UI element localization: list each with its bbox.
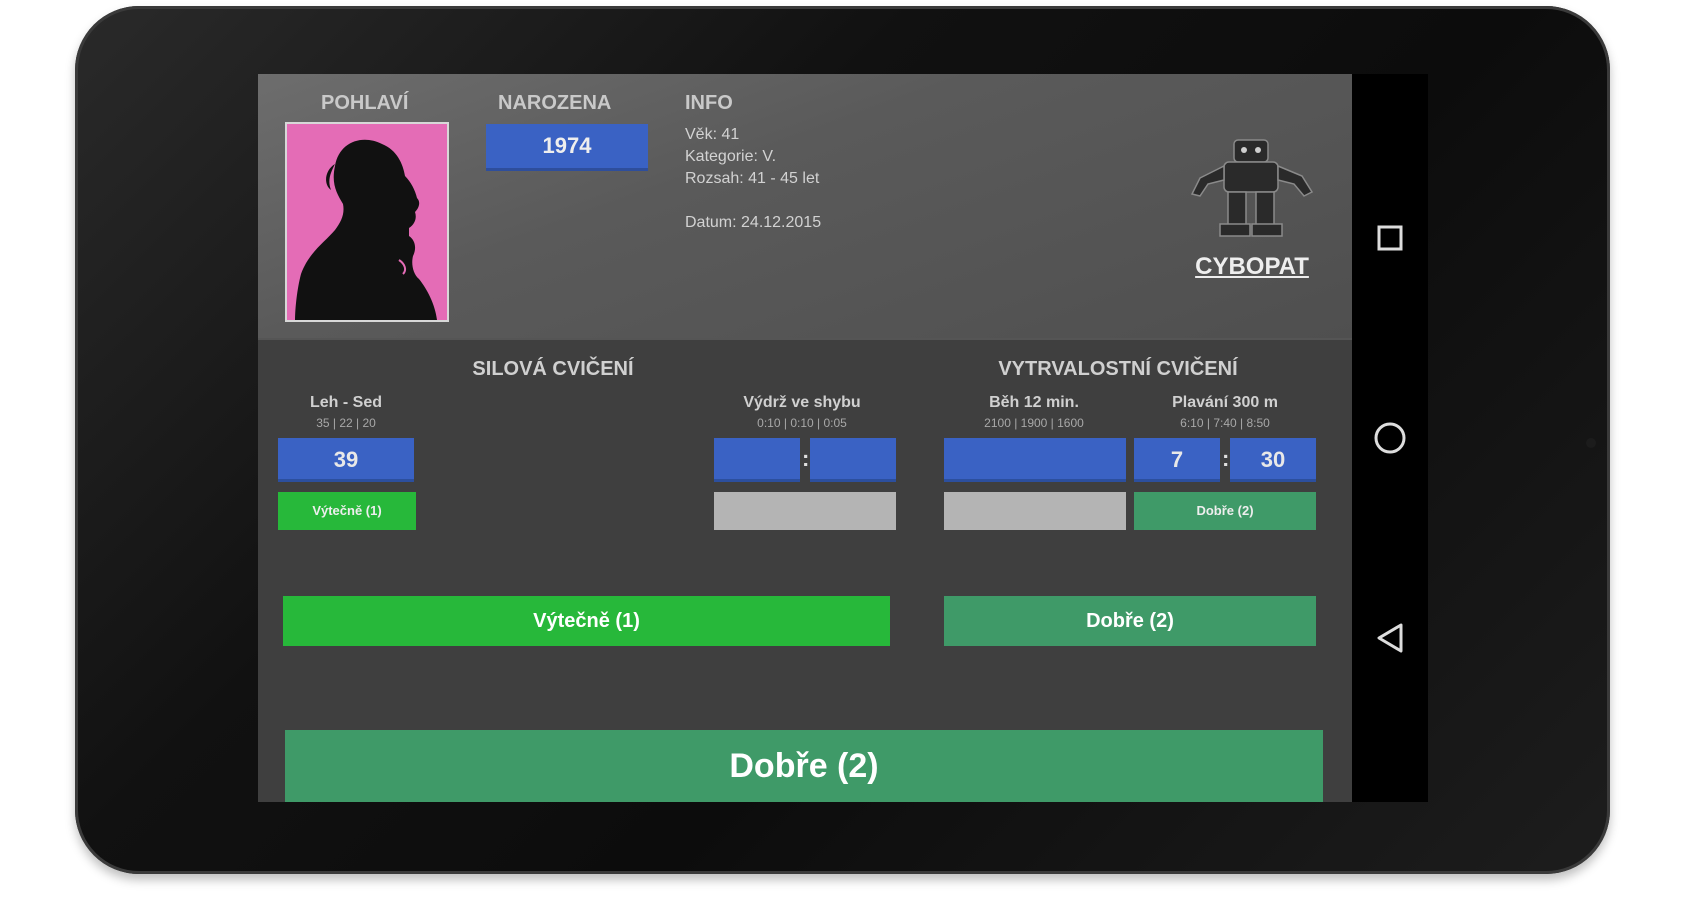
- endurance-total-result: Dobře (2): [944, 596, 1316, 646]
- strength-section-title: SILOVÁ CVIČENÍ: [472, 358, 634, 380]
- situps-name: Leh - Sed: [309, 394, 382, 411]
- hang-seconds-input[interactable]: [810, 438, 896, 482]
- hang-result: [714, 492, 896, 530]
- swim-minutes-input[interactable]: 7: [1134, 438, 1220, 482]
- cybopat-logo: CYBOPAT: [1182, 126, 1322, 286]
- overall-result: Dobře (2): [285, 730, 1323, 802]
- info-category: Kategorie: V.: [685, 148, 777, 165]
- swim-separator: :: [1222, 446, 1230, 471]
- female-silhouette-icon: [295, 139, 437, 320]
- run-result: [944, 492, 1126, 530]
- gender-avatar[interactable]: [285, 122, 449, 322]
- logo-text: CYBOPAT: [1195, 253, 1309, 280]
- robot-icon: [1190, 139, 1314, 237]
- info-age: Věk: 41: [685, 126, 740, 143]
- hang-name: Výdrž ve shybu: [743, 394, 861, 411]
- endurance-section-title: VYTRVALOSTNÍ CVIČENÍ: [998, 358, 1238, 380]
- hang-limits: 0:10 | 0:10 | 0:05: [757, 416, 847, 430]
- swim-limits: 6:10 | 7:40 | 8:50: [1180, 416, 1270, 430]
- back-icon[interactable]: [1368, 616, 1412, 660]
- strength-total-result: Výtečně (1): [283, 596, 890, 646]
- run-limits: 2100 | 1900 | 1600: [984, 416, 1084, 430]
- swim-seconds-input[interactable]: 30: [1230, 438, 1316, 482]
- recents-icon[interactable]: [1368, 216, 1412, 260]
- home-icon[interactable]: [1368, 416, 1412, 460]
- profile-header: POHLAVÍ NAROZENA 1974 INFO Věk: 41 Kateg…: [258, 74, 1352, 340]
- hang-separator: :: [802, 446, 810, 471]
- info-label: INFO: [685, 92, 733, 114]
- run-name: Běh 12 min.: [989, 394, 1079, 411]
- situps-limits: 35 | 22 | 20: [316, 416, 376, 430]
- swim-name: Plavání 300 m: [1172, 394, 1278, 411]
- app-screen: POHLAVÍ NAROZENA 1974 INFO Věk: 41 Kateg…: [258, 74, 1352, 802]
- born-label: NAROZENA: [498, 92, 612, 114]
- situps-input[interactable]: 39: [278, 438, 414, 482]
- run-input[interactable]: [944, 438, 1126, 482]
- sensor: [1586, 438, 1596, 448]
- swim-result: Dobře (2): [1134, 492, 1316, 530]
- info-date: Datum: 24.12.2015: [685, 214, 822, 231]
- gender-label: POHLAVÍ: [321, 92, 409, 114]
- situps-result: Výtečně (1): [278, 492, 416, 530]
- birth-year-field[interactable]: 1974: [486, 124, 648, 171]
- hang-minutes-input[interactable]: [714, 438, 800, 482]
- info-range: Rozsah: 41 - 45 let: [685, 170, 820, 187]
